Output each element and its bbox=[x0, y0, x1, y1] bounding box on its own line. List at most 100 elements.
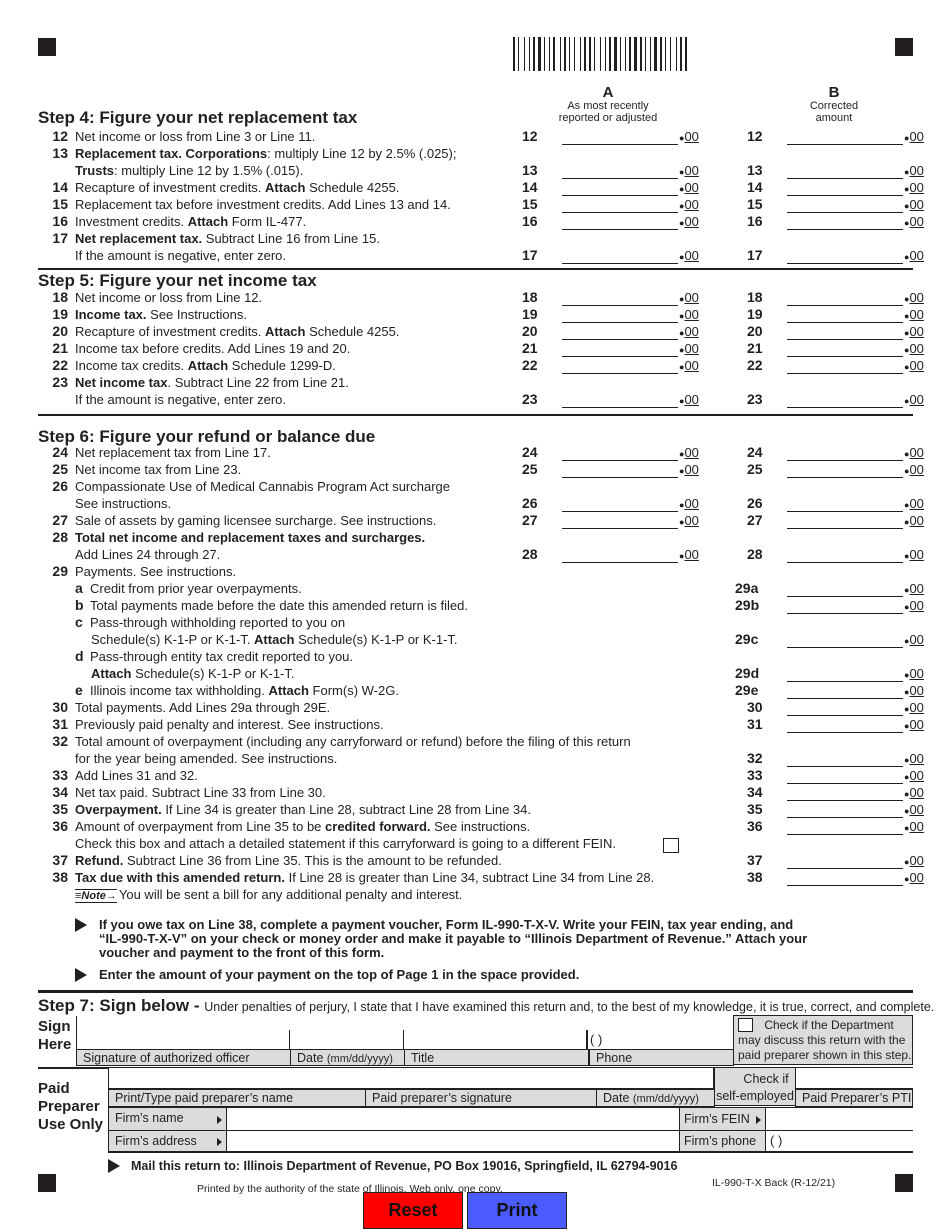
amount-input-15-b[interactable] bbox=[787, 199, 903, 213]
print-button[interactable]: Print bbox=[467, 1192, 567, 1229]
amount-input-19-a[interactable] bbox=[562, 309, 678, 323]
line-text: You will be sent a bill for any addition… bbox=[118, 887, 463, 902]
firm-name-input[interactable] bbox=[226, 1107, 680, 1131]
barcode-bar bbox=[584, 37, 586, 71]
barcode-bar bbox=[643, 37, 644, 71]
amount-input-28-a[interactable] bbox=[562, 549, 678, 563]
amount-input-20-a[interactable] bbox=[562, 326, 678, 340]
amount-input-32-b[interactable] bbox=[787, 753, 903, 767]
preparer-date-field[interactable] bbox=[596, 1068, 713, 1088]
amount-input-12-a[interactable] bbox=[562, 131, 678, 145]
officer-signature-input[interactable] bbox=[77, 1030, 290, 1049]
amount-input-31-b[interactable] bbox=[787, 719, 903, 733]
line-bold-text: Tax due with this amended return. bbox=[75, 870, 285, 885]
amount-input-27-a[interactable] bbox=[562, 515, 678, 529]
barcode-bar bbox=[654, 37, 657, 71]
line-text: Income tax credits. bbox=[75, 358, 188, 373]
preparer-name-input[interactable] bbox=[108, 1068, 366, 1089]
barcode-bar bbox=[526, 37, 528, 71]
amount-input-33-b[interactable] bbox=[787, 770, 903, 784]
amount-input-15-a[interactable] bbox=[562, 199, 678, 213]
amount-input-23-a[interactable] bbox=[562, 394, 678, 408]
amount-input-29c-b[interactable] bbox=[787, 634, 903, 648]
amount-input-29b-b[interactable] bbox=[787, 600, 903, 614]
amount-input-24-a[interactable] bbox=[562, 447, 678, 461]
line-text: Amount of overpayment from Line 35 to be bbox=[75, 819, 326, 834]
amount-input-17-b[interactable] bbox=[787, 250, 903, 264]
amount-input-23-b[interactable] bbox=[787, 394, 903, 408]
amount-input-24-b[interactable] bbox=[787, 447, 903, 461]
amount-input-17-a[interactable] bbox=[562, 250, 678, 264]
amount-input-13-a[interactable] bbox=[562, 165, 678, 179]
amount-input-35-b[interactable] bbox=[787, 804, 903, 818]
officer-date-input[interactable] bbox=[290, 1030, 404, 1049]
amount-input-37-b[interactable] bbox=[787, 855, 903, 869]
amount-input-14-b[interactable] bbox=[787, 182, 903, 196]
firm-fein-input[interactable] bbox=[765, 1107, 913, 1131]
officer-phone-input[interactable]: ( ) bbox=[588, 1030, 733, 1049]
amount-input-25-a[interactable] bbox=[562, 464, 678, 478]
discuss-with-preparer-checkbox[interactable] bbox=[738, 1018, 753, 1032]
preparer-date-input[interactable] bbox=[596, 1068, 714, 1089]
officer-title-input[interactable] bbox=[404, 1030, 588, 1049]
amount-line-24-col-a: 24 ● 00 bbox=[522, 444, 699, 461]
officer-signature-field[interactable] bbox=[77, 1030, 289, 1049]
cents-label: 00 bbox=[909, 768, 924, 783]
amount-input-29a-b[interactable] bbox=[787, 583, 903, 597]
amount-input-18-b[interactable] bbox=[787, 292, 903, 306]
amount-input-18-a[interactable] bbox=[562, 292, 678, 306]
amount-input-27-b[interactable] bbox=[787, 515, 903, 529]
amount-input-34-b[interactable] bbox=[787, 787, 903, 801]
barcode-bar bbox=[553, 37, 555, 71]
firm-phone-input[interactable]: ( ) bbox=[765, 1130, 913, 1152]
column-b-letter: B bbox=[828, 84, 840, 101]
cents-label: 00 bbox=[684, 513, 699, 528]
line-number: 37 bbox=[52, 852, 68, 868]
barcode-bar bbox=[536, 37, 537, 71]
different-fein-checkbox[interactable] bbox=[663, 838, 679, 853]
line-number: 15 bbox=[52, 196, 68, 212]
amount-input-28-b[interactable] bbox=[787, 549, 903, 563]
amount-input-16-b[interactable] bbox=[787, 216, 903, 230]
line-text: Investment credits. bbox=[75, 214, 188, 229]
amount-input-12-b[interactable] bbox=[787, 131, 903, 145]
amount-input-16-a[interactable] bbox=[562, 216, 678, 230]
preparer-name-field[interactable] bbox=[109, 1068, 365, 1088]
amount-input-13-b[interactable] bbox=[787, 165, 903, 179]
amount-line-label: 15 bbox=[522, 196, 538, 212]
firm-name-field[interactable] bbox=[227, 1108, 679, 1130]
amount-input-14-a[interactable] bbox=[562, 182, 678, 196]
reset-button[interactable]: Reset bbox=[363, 1192, 463, 1229]
barcode-bar bbox=[524, 37, 525, 71]
officer-title-field[interactable] bbox=[404, 1030, 586, 1049]
amount-input-21-a[interactable] bbox=[562, 343, 678, 357]
amount-input-26-b[interactable] bbox=[787, 498, 903, 512]
amount-input-25-b[interactable] bbox=[787, 464, 903, 478]
cents-label: 00 bbox=[909, 513, 924, 528]
line-text: : multiply Line 12 by 1.5% (.015). bbox=[114, 163, 304, 178]
preparer-signature-field[interactable] bbox=[365, 1068, 596, 1088]
firm-fein-field[interactable] bbox=[766, 1108, 913, 1130]
amount-input-19-b[interactable] bbox=[787, 309, 903, 323]
preparer-ptin-field[interactable] bbox=[796, 1068, 913, 1088]
line-text: Payments. See instructions. bbox=[75, 564, 237, 579]
cents-label: 00 bbox=[909, 632, 924, 647]
amount-input-21-b[interactable] bbox=[787, 343, 903, 357]
registration-mark-bottom-right bbox=[895, 1174, 913, 1192]
amount-input-22-b[interactable] bbox=[787, 360, 903, 374]
firm-address-field[interactable] bbox=[227, 1131, 679, 1151]
firm-address-input[interactable] bbox=[226, 1130, 680, 1152]
form-line-32: 32 Total amount of overpayment (including… bbox=[38, 733, 630, 750]
amount-input-29e-b[interactable] bbox=[787, 685, 903, 699]
amount-input-38-b[interactable] bbox=[787, 872, 903, 886]
amount-input-36-b[interactable] bbox=[787, 821, 903, 835]
amount-input-22-a[interactable] bbox=[562, 360, 678, 374]
officer-date-field[interactable] bbox=[290, 1030, 403, 1049]
amount-input-29d-b[interactable] bbox=[787, 668, 903, 682]
signature-label-cell: Signature of authorized officer bbox=[76, 1049, 291, 1066]
preparer-signature-input[interactable] bbox=[365, 1068, 597, 1089]
preparer-ptin-input[interactable] bbox=[795, 1068, 913, 1089]
amount-input-30-b[interactable] bbox=[787, 702, 903, 716]
amount-input-20-b[interactable] bbox=[787, 326, 903, 340]
amount-input-26-a[interactable] bbox=[562, 498, 678, 512]
